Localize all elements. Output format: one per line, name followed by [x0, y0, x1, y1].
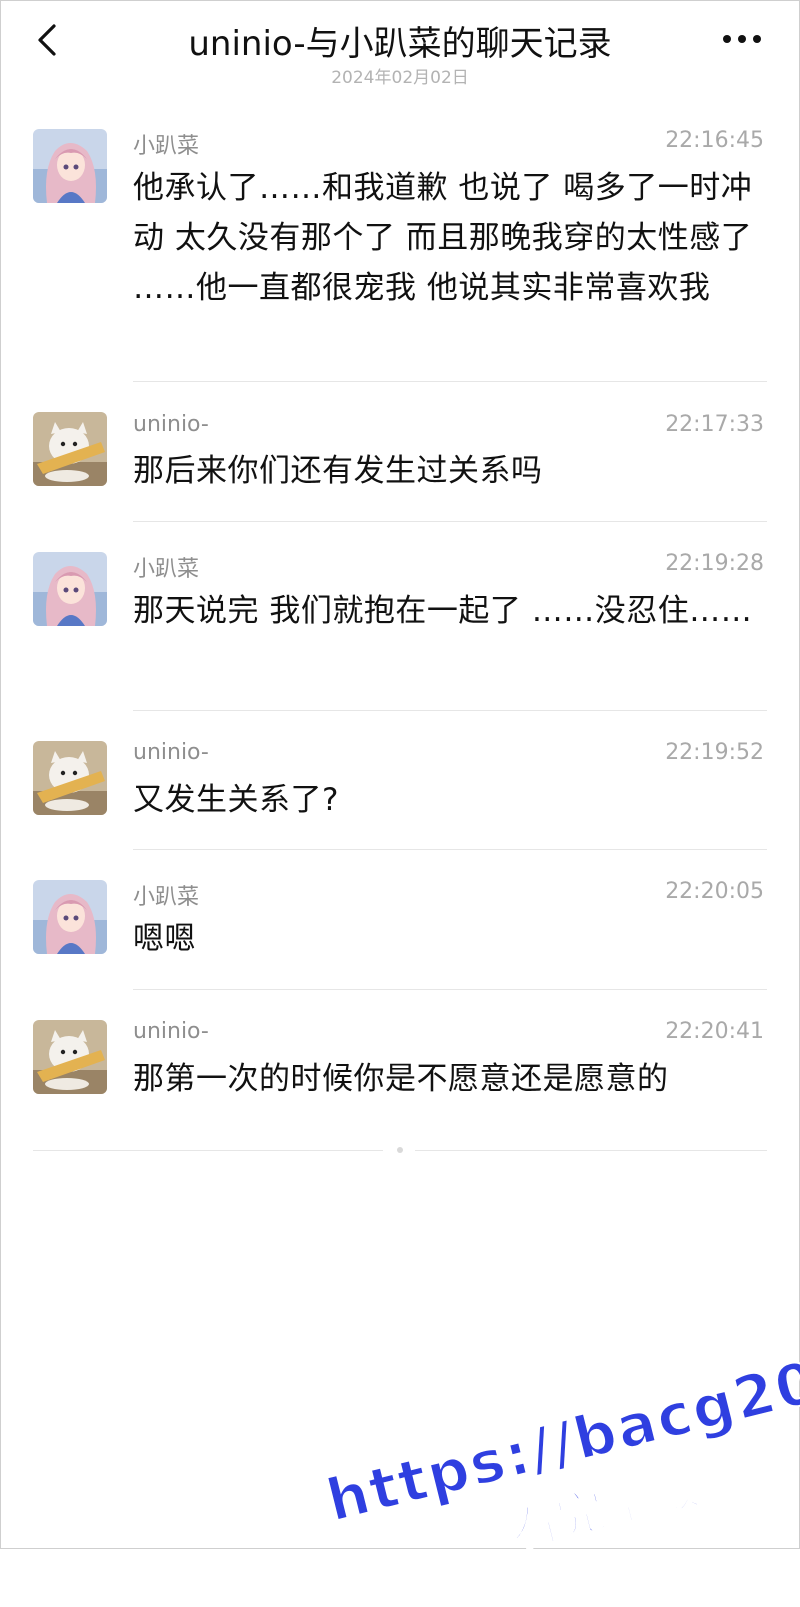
message-text: 那第一次的时候你是不愿意还是愿意的 — [133, 1061, 669, 1097]
more-button[interactable] — [718, 24, 766, 54]
message-time: 22:17:33 — [665, 412, 764, 437]
avatar-anime-girl[interactable] — [33, 552, 107, 626]
message-time: 22:20:41 — [665, 1019, 764, 1044]
divider — [133, 989, 767, 990]
divider — [133, 381, 767, 382]
message-time: 22:20:05 — [665, 879, 764, 904]
message-text: 他承认了……和我道歉 也说了 喝多了一时冲动 太久没有那个了 而且那晚我穿的太性… — [133, 170, 753, 306]
avatar-anime-girl[interactable] — [33, 880, 107, 954]
header: uninio-与小趴菜的聊天记录 2024年02月02日 — [0, 0, 800, 90]
end-divider-right — [415, 1150, 767, 1151]
sender-name: uninio- — [133, 740, 209, 765]
message-text: 嗯嗯 — [133, 921, 196, 957]
message-text: 那后来你们还有发生过关系吗 — [133, 453, 543, 489]
message-text: 又发生关系了? — [133, 782, 339, 818]
avatar-anime-girl[interactable] — [33, 129, 107, 203]
page-title: uninio-与小趴菜的聊天记录 — [188, 24, 612, 64]
avatar-white-cat[interactable] — [33, 741, 107, 815]
sender-name: 小趴菜 — [133, 134, 200, 159]
sender-name: uninio- — [133, 1019, 209, 1044]
message-time: 22:19:28 — [665, 551, 764, 576]
message-time: 22:16:45 — [665, 128, 764, 153]
avatar-white-cat[interactable] — [33, 412, 107, 486]
sender-name: 小趴菜 — [133, 885, 200, 910]
sender-name: uninio- — [133, 412, 209, 437]
end-divider-left — [33, 1150, 383, 1151]
divider — [133, 710, 767, 711]
avatar-white-cat[interactable] — [33, 1020, 107, 1094]
end-dot — [397, 1147, 403, 1153]
message-time: 22:19:52 — [665, 740, 764, 765]
chat-date: 2024年02月02日 — [331, 68, 469, 88]
divider — [133, 849, 767, 850]
divider — [133, 521, 767, 522]
more-dots-icon — [723, 35, 761, 43]
sender-name: 小趴菜 — [133, 557, 200, 582]
message-text: 那天说完 我们就抱在一起了 ……没忍住…… — [133, 593, 753, 629]
